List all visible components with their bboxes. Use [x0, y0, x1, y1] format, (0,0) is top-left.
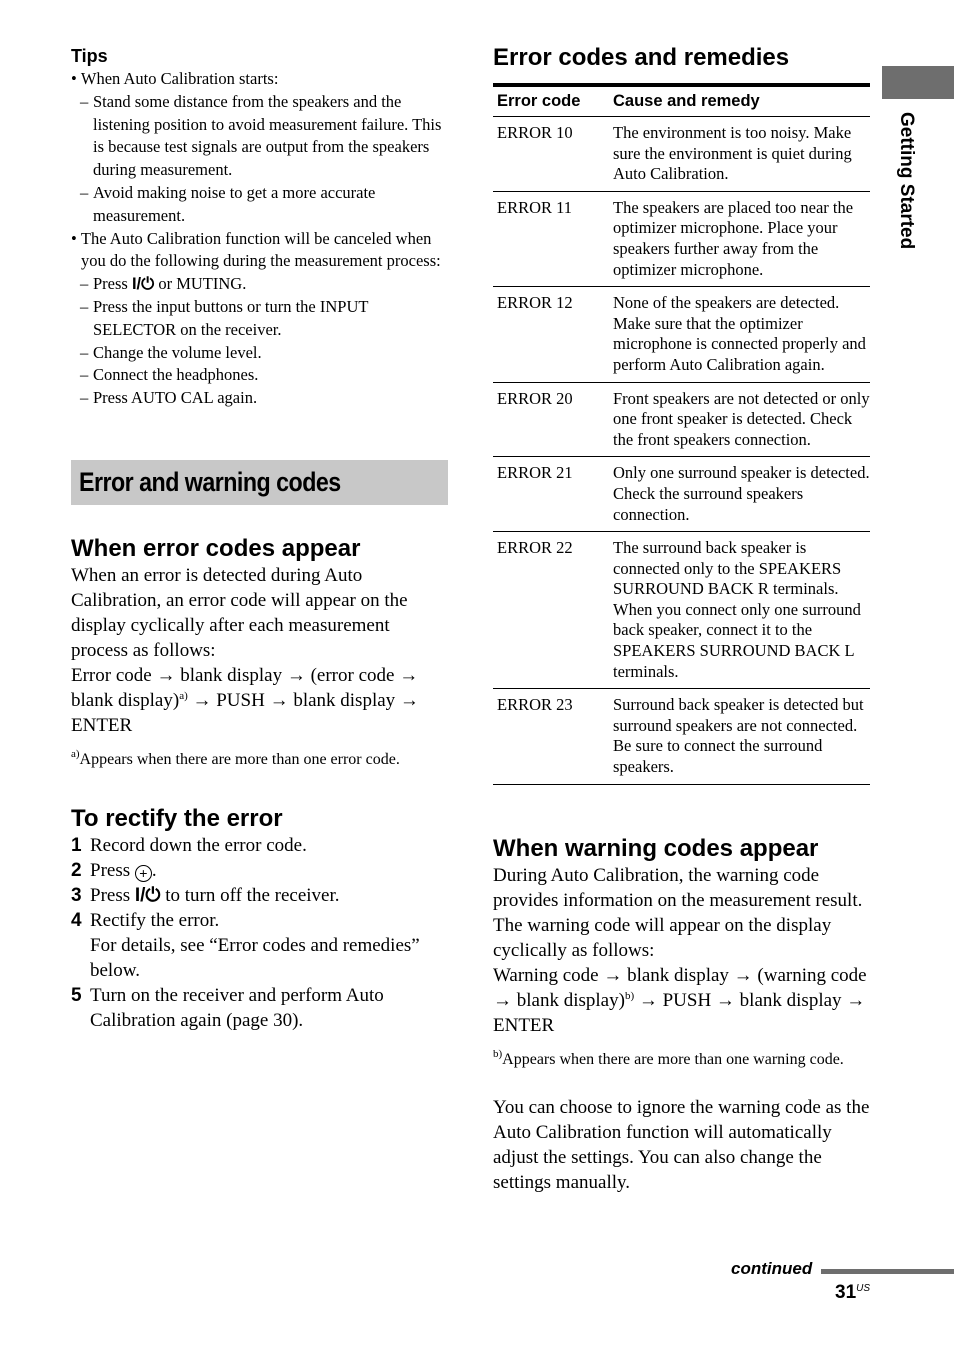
tip-dash: – Press the input buttons or turn the INP…	[80, 296, 369, 339]
tip-dash: – Connect the headphones.	[80, 365, 259, 385]
arrow-icon: →	[286, 665, 306, 686]
power-icon: I/⏻	[131, 275, 155, 294]
table-row: ERROR 22 The surround back speaker is con…	[493, 532, 870, 690]
table-row: ERROR 11 The speakers are placed too near…	[493, 192, 870, 288]
step-item: 5 Turn on the receiver and perform Auto C…	[71, 985, 384, 1031]
step-item: 2 Press +.	[71, 860, 157, 882]
table-header: Error code Cause and remedy	[493, 87, 870, 117]
step-item: 4 Rectify the error. For details, see “Err…	[71, 910, 420, 981]
error-footnote: a)Appears when there are more than one e…	[71, 748, 400, 769]
section-title: Error and warning codes	[79, 467, 341, 497]
error-appear-section: When error codes appear When an error is…	[71, 535, 451, 771]
column-header-remedy: Cause and remedy	[613, 92, 760, 110]
continued-rule	[821, 1269, 954, 1274]
table-title: Error codes and remedies	[493, 44, 790, 71]
warning-appear-heading: When warning codes appear	[493, 835, 819, 862]
table-row: ERROR 21 Only one surround speaker is det…	[493, 457, 870, 533]
step-item: 3 Press I/⏻ to turn off the receiver.	[71, 885, 340, 906]
error-appear-body: When an error is detected during Auto Ca…	[71, 565, 408, 661]
tip-dash: – Stand some distance from the speakers a…	[80, 91, 442, 180]
rectify-section: To rectify the error 1 Record down the er…	[71, 805, 451, 1033]
tips-section: Tips • When Auto Calibration starts: – St…	[71, 44, 451, 410]
warning-sequence: Warning code → blank display → (warning …	[493, 965, 867, 1036]
arrow-icon: →	[399, 690, 419, 711]
arrow-icon: →	[399, 665, 419, 686]
tip-bullet: • The Auto Calibration function will be …	[71, 228, 441, 271]
error-sequence: Error code → blank display → (error code…	[71, 665, 419, 736]
warning-footnote: b)Appears when there are more than one w…	[493, 1048, 844, 1069]
table-row: ERROR 12 None of the speakers are detecte…	[493, 287, 870, 383]
error-table-section: Error codes and remedies Error code Caus…	[493, 42, 870, 785]
tips-title: Tips	[71, 46, 108, 66]
tip-dash: – Press I/⏻ or MUTING.	[80, 274, 247, 294]
page-number: 31US	[835, 1282, 871, 1303]
arrow-icon: →	[156, 665, 176, 686]
table-row: ERROR 10 The environment is too noisy. Ma…	[493, 117, 870, 192]
tip-dash: – Press AUTO CAL again.	[80, 388, 258, 408]
arrow-icon: →	[192, 690, 212, 711]
arrow-icon: →	[269, 690, 289, 711]
section-header-band: Error and warning codes	[71, 460, 448, 505]
tip-dash: – Avoid making noise to get a more accura…	[80, 182, 376, 225]
footnote-ref: a)	[179, 690, 188, 702]
enter-circle-icon: +	[134, 865, 152, 882]
rectify-heading: To rectify the error	[71, 805, 283, 832]
column-header-code: Error code	[497, 92, 581, 110]
side-tab-label: Getting Started	[896, 112, 917, 250]
power-icon: I/⏻	[134, 885, 161, 906]
footnote-ref: b)	[624, 990, 635, 1002]
table-row: ERROR 23 Surround back speaker is detecte…	[493, 689, 870, 785]
table-row: ERROR 20 Front speakers are not detected …	[493, 383, 870, 458]
warning-appear-section: When warning codes appear During Auto Ca…	[493, 835, 870, 1195]
side-tab-marker	[882, 66, 954, 99]
warning-note: You can choose to ignore the warning cod…	[493, 1097, 870, 1193]
tip-bullet: • When Auto Calibration starts:	[71, 69, 279, 88]
error-appear-heading: When error codes appear	[71, 535, 361, 562]
tip-dash: – Change the volume level.	[80, 342, 262, 362]
continued-label: continued	[731, 1259, 813, 1278]
step-item: 1 Record down the error code.	[71, 835, 307, 856]
warning-appear-body: During Auto Calibration, the warning cod…	[493, 865, 863, 961]
